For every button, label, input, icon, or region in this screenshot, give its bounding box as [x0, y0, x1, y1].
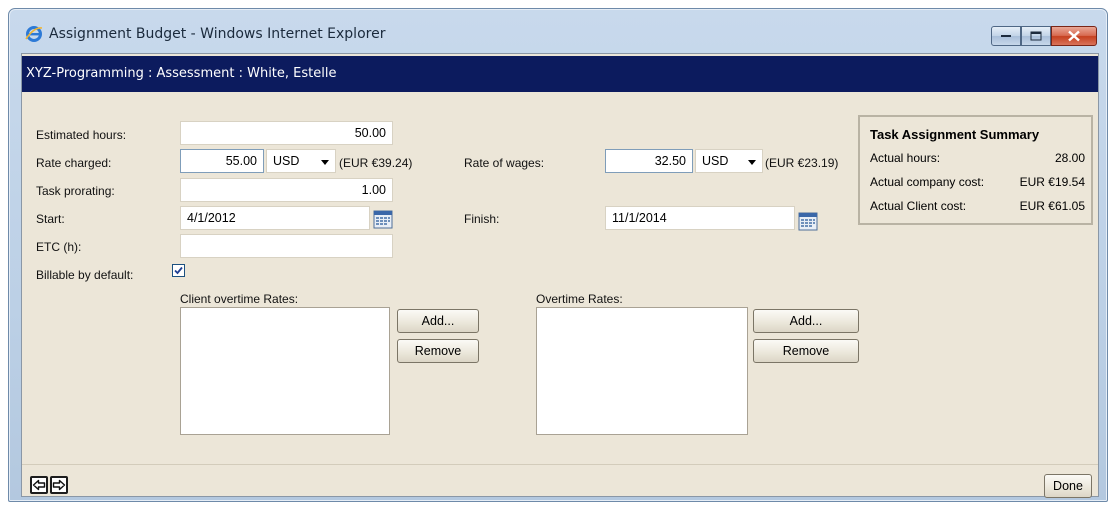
estimated-hours-label: Estimated hours:: [36, 128, 127, 142]
checkmark-icon: [174, 266, 183, 275]
task-prorating-label: Task prorating:: [36, 184, 115, 198]
start-date-input[interactable]: 4/1/2012: [180, 206, 370, 230]
summary-company-cost-value: EUR €19.54: [1019, 175, 1085, 189]
title-bar[interactable]: Assignment Budget - Windows Internet Exp…: [9, 9, 1107, 49]
rate-of-wages-currency-value: USD: [702, 154, 729, 168]
forward-button[interactable]: [50, 476, 68, 494]
summary-actual-hours-label: Actual hours:: [870, 151, 941, 165]
done-button[interactable]: Done: [1044, 474, 1092, 498]
chevron-down-icon: [321, 160, 329, 165]
rate-of-wages-input[interactable]: 32.50: [605, 149, 693, 173]
overtime-remove-button[interactable]: Remove: [753, 339, 859, 363]
calendar-icon[interactable]: [373, 209, 393, 229]
summary-client-cost-value: EUR €61.05: [1019, 199, 1085, 213]
summary-company-cost-label: Actual company cost:: [870, 175, 985, 189]
start-label: Start:: [36, 212, 65, 226]
overtime-list[interactable]: [536, 307, 748, 435]
summary-client-cost-label: Actual Client cost:: [870, 199, 967, 213]
client-overtime-add-button[interactable]: Add...: [397, 309, 479, 333]
summary-title: Task Assignment Summary: [870, 127, 1040, 142]
summary-actual-hours-value: 28.00: [1054, 151, 1085, 165]
minimize-icon: [1001, 35, 1011, 37]
overtime-add-button[interactable]: Add...: [753, 309, 859, 333]
estimated-hours-input[interactable]: 50.00: [180, 121, 393, 145]
rate-charged-currency-select[interactable]: USD: [266, 149, 336, 173]
billable-checkbox[interactable]: [172, 264, 185, 277]
finish-date-input[interactable]: 11/1/2014: [605, 206, 795, 230]
etc-label: ETC (h):: [36, 240, 82, 254]
rate-of-wages-label: Rate of wages:: [464, 156, 545, 170]
task-assignment-summary: Task Assignment Summary Actual hours: 28…: [858, 115, 1093, 225]
etc-input[interactable]: [180, 234, 393, 258]
browser-window: Assignment Budget - Windows Internet Exp…: [8, 8, 1108, 502]
calendar-icon[interactable]: [798, 211, 818, 231]
internet-explorer-icon: [25, 25, 43, 43]
task-prorating-input[interactable]: 1.00: [180, 178, 393, 202]
billable-label: Billable by default:: [36, 268, 134, 282]
dialog-content: XYZ-Programming : Assessment : White, Es…: [21, 53, 1099, 498]
client-overtime-remove-button[interactable]: Remove: [397, 339, 479, 363]
rate-of-wages-currency-select[interactable]: USD: [695, 149, 763, 173]
arrow-right-icon: [52, 479, 66, 491]
client-overtime-label: Client overtime Rates:: [180, 292, 299, 306]
rate-charged-label: Rate charged:: [36, 156, 112, 170]
close-icon: [1068, 30, 1080, 42]
chevron-down-icon: [748, 160, 756, 165]
rate-charged-eur: (EUR €39.24): [339, 156, 413, 170]
back-button[interactable]: [30, 476, 48, 494]
rate-charged-input[interactable]: 55.00: [180, 149, 264, 173]
breadcrumb: XYZ-Programming : Assessment : White, Es…: [22, 56, 1098, 92]
rate-of-wages-eur: (EUR €23.19): [765, 156, 839, 170]
overtime-label: Overtime Rates:: [536, 292, 623, 306]
rate-charged-currency-value: USD: [273, 154, 300, 168]
arrow-left-icon: [32, 479, 46, 491]
maximize-icon: [1030, 31, 1042, 41]
maximize-button[interactable]: [1021, 26, 1051, 46]
client-overtime-list[interactable]: [180, 307, 390, 435]
window-title: Assignment Budget - Windows Internet Exp…: [49, 26, 386, 42]
footer-divider: [22, 464, 1098, 465]
close-button[interactable]: [1051, 26, 1097, 46]
finish-label: Finish:: [464, 212, 500, 226]
minimize-button[interactable]: [991, 26, 1021, 46]
